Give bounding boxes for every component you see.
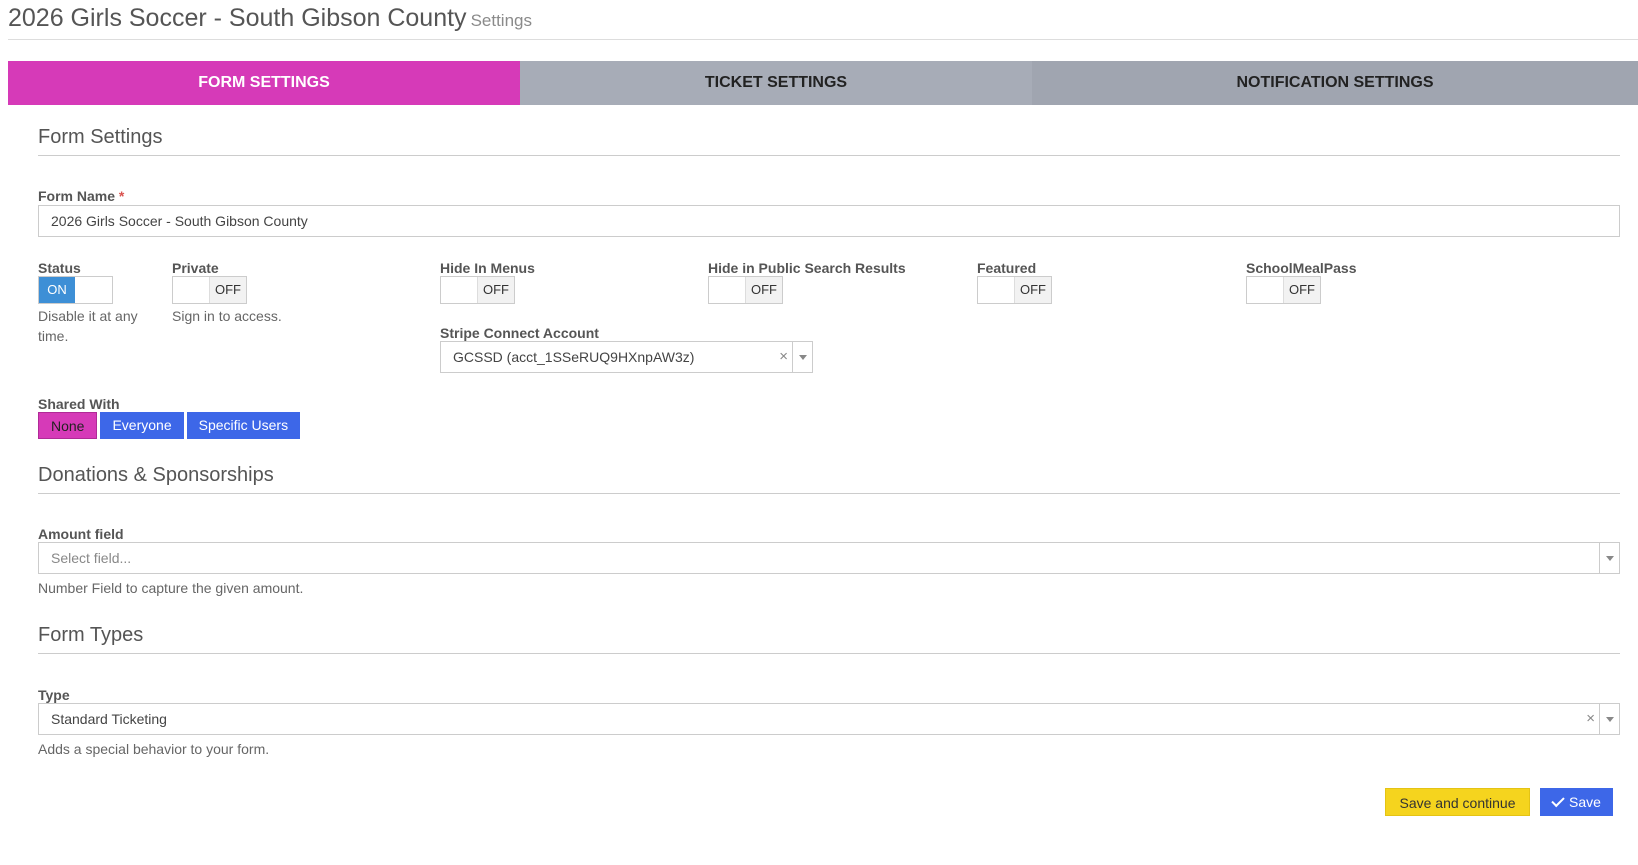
page-title: 2026 Girls Soccer - South Gibson County S…	[8, 4, 532, 33]
chevron-down-icon[interactable]	[792, 342, 812, 372]
school-meal-pass-toggle-blank	[1247, 277, 1283, 303]
required-marker: *	[118, 188, 125, 204]
featured-toggle-off: OFF	[1014, 277, 1051, 303]
hide-in-search-toggle-off: OFF	[745, 277, 782, 303]
private-toggle[interactable]: OFF	[172, 276, 247, 304]
tab-form-settings[interactable]: FORM SETTINGS	[8, 61, 520, 105]
shared-with-button-group: None Everyone Specific Users	[38, 412, 303, 439]
clear-icon[interactable]: ×	[1586, 704, 1595, 734]
private-toggle-blank	[173, 277, 209, 303]
private-label: Private	[172, 260, 219, 276]
section-title-form-settings: Form Settings	[38, 126, 1620, 156]
page-subtitle: Settings	[470, 11, 532, 30]
private-toggle-off: OFF	[209, 277, 246, 303]
save-button[interactable]: Save	[1540, 788, 1613, 816]
featured-label: Featured	[977, 260, 1037, 276]
stripe-account-label: Stripe Connect Account	[440, 325, 599, 341]
status-toggle[interactable]: ON	[38, 276, 113, 304]
amount-field-help: Number Field to capture the given amount…	[38, 580, 304, 596]
hide-in-search-label: Hide in Public Search Results	[708, 260, 906, 276]
type-select[interactable]: Standard Ticketing ×	[38, 703, 1620, 735]
hide-in-menus-label: Hide In Menus	[440, 260, 535, 276]
amount-field-label: Amount field	[38, 526, 124, 542]
hide-in-menus-toggle-off: OFF	[477, 277, 514, 303]
school-meal-pass-label: SchoolMealPass	[1246, 260, 1357, 276]
save-button-label: Save	[1569, 794, 1601, 810]
chevron-down-icon[interactable]	[1599, 704, 1619, 734]
section-title-donations: Donations & Sponsorships	[38, 464, 1620, 494]
hide-in-menus-toggle-blank	[441, 277, 477, 303]
featured-toggle[interactable]: OFF	[977, 276, 1052, 304]
section-title-form-types: Form Types	[38, 624, 1620, 654]
shared-with-everyone-button[interactable]: Everyone	[100, 412, 184, 439]
tab-ticket-settings[interactable]: TICKET SETTINGS	[520, 61, 1032, 105]
featured-toggle-blank	[978, 277, 1014, 303]
status-help: Disable it at any time.	[38, 308, 138, 344]
school-meal-pass-toggle[interactable]: OFF	[1246, 276, 1321, 304]
form-name-label-text: Form Name	[38, 188, 116, 204]
shared-with-specific-users-button[interactable]: Specific Users	[186, 412, 301, 439]
type-help: Adds a special behavior to your form.	[38, 741, 270, 757]
status-label: Status	[38, 260, 81, 276]
amount-field-select[interactable]: Select field...	[38, 542, 1620, 574]
stripe-account-value: GCSSD (acct_1SSeRUQ9HXnpAW3z)	[453, 349, 695, 365]
private-help: Sign in to access.	[172, 308, 282, 324]
shared-with-none-button[interactable]: None	[38, 412, 98, 439]
shared-with-label: Shared With	[38, 396, 120, 412]
hide-in-search-toggle-blank	[709, 277, 745, 303]
settings-tabs: FORM SETTINGS TICKET SETTINGS NOTIFICATI…	[8, 61, 1638, 105]
status-toggle-blank	[75, 277, 112, 303]
stripe-account-select[interactable]: GCSSD (acct_1SSeRUQ9HXnpAW3z) ×	[440, 341, 813, 373]
type-value: Standard Ticketing	[51, 711, 167, 727]
form-name-input[interactable]: 2026 Girls Soccer - South Gibson County	[38, 205, 1620, 237]
form-title: 2026 Girls Soccer - South Gibson County	[8, 4, 467, 32]
type-label: Type	[38, 687, 70, 703]
chevron-down-icon[interactable]	[1599, 543, 1619, 573]
school-meal-pass-toggle-off: OFF	[1283, 277, 1320, 303]
amount-field-placeholder: Select field...	[51, 550, 132, 566]
status-toggle-on: ON	[39, 277, 75, 303]
hide-in-menus-toggle[interactable]: OFF	[440, 276, 515, 304]
tab-notification-settings[interactable]: NOTIFICATION SETTINGS	[1032, 61, 1638, 105]
clear-icon[interactable]: ×	[779, 342, 788, 372]
hide-in-search-toggle[interactable]: OFF	[708, 276, 783, 304]
form-name-label: Form Name *	[38, 188, 124, 204]
save-and-continue-button[interactable]: Save and continue	[1385, 788, 1530, 816]
page-header: 2026 Girls Soccer - South Gibson County S…	[8, 0, 1638, 40]
check-icon	[1551, 793, 1565, 808]
